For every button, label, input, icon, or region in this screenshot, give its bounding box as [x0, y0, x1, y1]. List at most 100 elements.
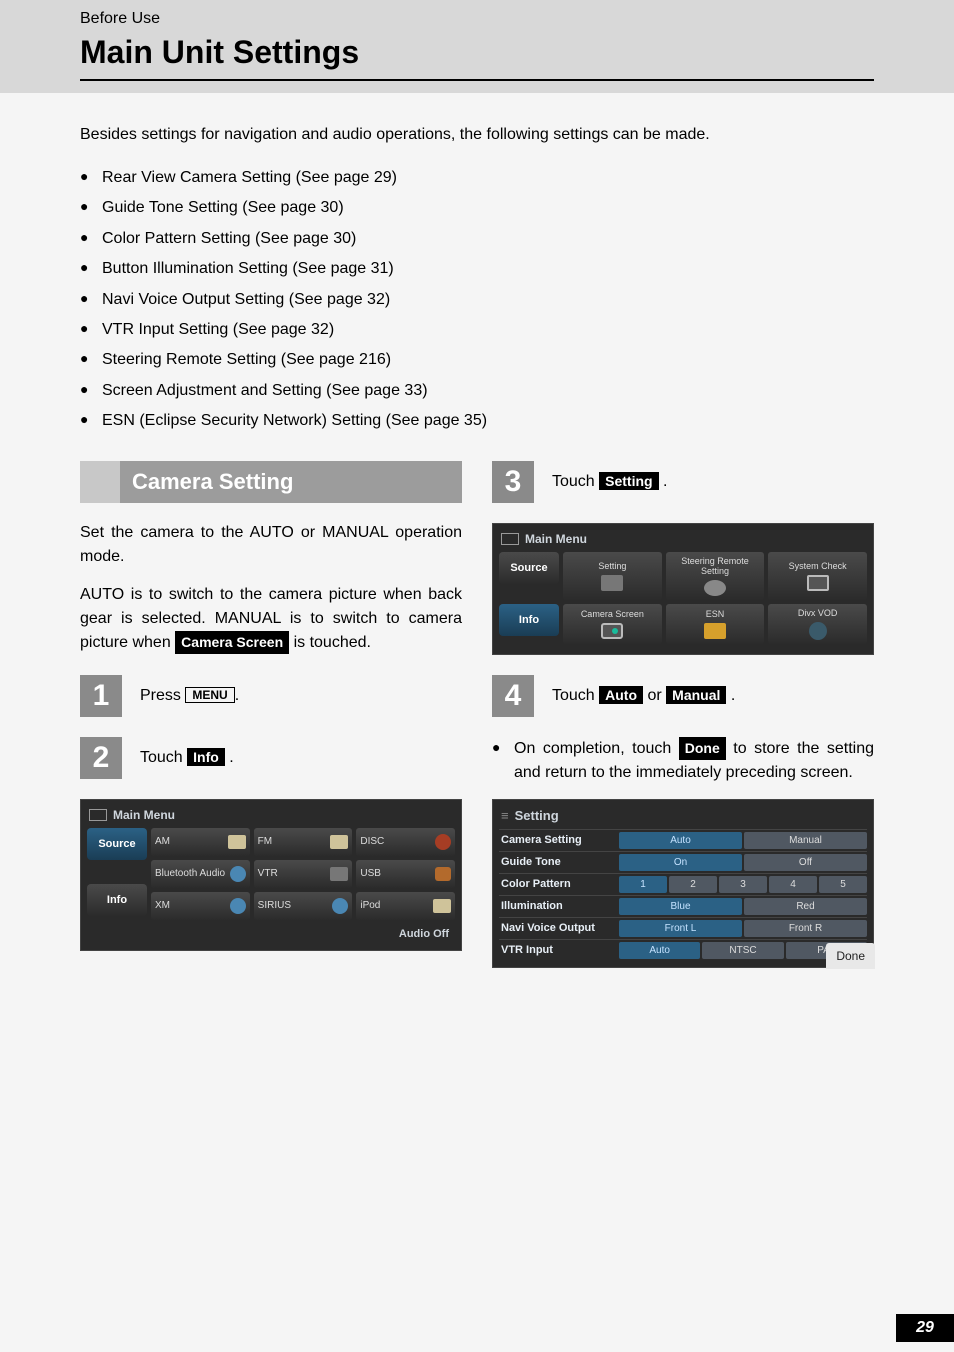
right-column: 3 Touch Setting . Main Menu Source Info … — [492, 461, 874, 968]
steering-icon — [704, 580, 726, 596]
usb-source-button[interactable]: USB — [356, 860, 455, 888]
info-tab[interactable]: Info — [87, 884, 147, 916]
setting-label: VTR Input — [499, 942, 619, 959]
radio-icon — [330, 835, 348, 849]
completion-note: On completion, touch Done to store the s… — [492, 737, 874, 785]
ipod-icon — [433, 899, 451, 913]
setting-label: Camera Setting — [499, 832, 619, 849]
list-item: Guide Tone Setting (See page 30) — [80, 193, 874, 223]
monitor-icon — [807, 575, 829, 591]
fm-source-button[interactable]: FM — [254, 828, 353, 856]
done-button[interactable]: Done — [826, 943, 875, 969]
bluetooth-icon — [230, 866, 246, 882]
setting-label: Guide Tone — [499, 854, 619, 871]
divx-vod-tile[interactable]: Divx VOD — [768, 604, 867, 644]
setting-row-illumination: Illumination Blue Red — [499, 895, 867, 917]
page-title: Main Unit Settings — [80, 34, 874, 81]
satellite-icon — [332, 898, 348, 914]
list-item: Screen Adjustment and Setting (See page … — [80, 376, 874, 406]
list-item: Button Illumination Setting (See page 31… — [80, 254, 874, 284]
steering-remote-tile[interactable]: Steering Remote Setting — [666, 552, 765, 600]
settings-panel-title: Setting — [499, 806, 867, 829]
bluetooth-source-button[interactable]: Bluetooth Audio — [151, 860, 250, 888]
disc-icon — [435, 834, 451, 850]
xm-source-button[interactable]: XM — [151, 892, 250, 920]
esn-tile[interactable]: ESN — [666, 604, 765, 644]
settings-bullet-list: Rear View Camera Setting (See page 29) G… — [80, 163, 874, 437]
option-3-button[interactable]: 3 — [719, 876, 767, 893]
disc-source-button[interactable]: DISC — [356, 828, 455, 856]
system-check-tile[interactable]: System Check — [768, 552, 867, 600]
step-text-post: . — [235, 687, 239, 704]
device-screenshot-settings-list: Setting Camera Setting Auto Manual Guide… — [492, 799, 874, 968]
step-number: 1 — [80, 675, 122, 717]
header-bar: Before Use Main Unit Settings — [0, 0, 954, 93]
step-text-mid: or — [643, 687, 666, 704]
step-text-pre: Press — [140, 687, 185, 704]
device-screenshot-info-menu: Main Menu Source Info Setting Steering R… — [492, 523, 874, 655]
option-4-button[interactable]: 4 — [769, 876, 817, 893]
setting-tile[interactable]: Setting — [563, 552, 662, 600]
option-off-button[interactable]: Off — [744, 854, 867, 871]
option-blue-button[interactable]: Blue — [619, 898, 742, 915]
option-5-button[interactable]: 5 — [819, 876, 867, 893]
setting-row-guide-tone: Guide Tone On Off — [499, 851, 867, 873]
camera-icon — [601, 623, 623, 639]
option-auto-button[interactable]: Auto — [619, 942, 700, 959]
option-auto-button[interactable]: Auto — [619, 832, 742, 849]
option-ntsc-button[interactable]: NTSC — [702, 942, 783, 959]
step-text: Touch Setting . — [552, 472, 667, 491]
page-number: 29 — [896, 1314, 954, 1342]
step-4: 4 Touch Auto or Manual . — [492, 675, 874, 717]
device-window-title: Main Menu — [499, 530, 867, 552]
device-screenshot-source-menu: Main Menu Source Info AM FM DISC Blueto — [80, 799, 462, 951]
audio-off-button[interactable]: Audio Off — [151, 924, 455, 940]
note-pre: On completion, touch — [514, 740, 679, 757]
camera-screen-label: Camera Screen — [175, 631, 289, 654]
auto-button-label: Auto — [599, 686, 643, 704]
two-column-layout: Camera Setting Set the camera to the AUT… — [80, 461, 874, 968]
step-text-post: . — [726, 687, 735, 704]
sub-heading-label: Camera Setting — [120, 461, 462, 503]
vtr-source-button[interactable]: VTR — [254, 860, 353, 888]
option-1-button[interactable]: 1 — [619, 876, 667, 893]
step-text-pre: Touch — [140, 749, 187, 766]
camera-screen-tile[interactable]: Camera Screen — [563, 604, 662, 644]
setting-row-navi-voice: Navi Voice Output Front L Front R — [499, 917, 867, 939]
step-1: 1 Press MENU. — [80, 675, 462, 717]
section-label: Before Use — [80, 10, 954, 28]
option-2-button[interactable]: 2 — [669, 876, 717, 893]
ipod-source-button[interactable]: iPod — [356, 892, 455, 920]
step-number: 4 — [492, 675, 534, 717]
option-manual-button[interactable]: Manual — [744, 832, 867, 849]
sub-heading: Camera Setting — [80, 461, 462, 503]
step-text-post: . — [659, 473, 668, 490]
para-2-b: is touched. — [289, 634, 371, 651]
list-icon — [601, 575, 623, 591]
option-on-button[interactable]: On — [619, 854, 742, 871]
setting-label: Illumination — [499, 898, 619, 915]
am-source-button[interactable]: AM — [151, 828, 250, 856]
info-tab[interactable]: Info — [499, 604, 559, 636]
lock-icon — [704, 623, 726, 639]
step-text-pre: Touch — [552, 687, 599, 704]
option-front-l-button[interactable]: Front L — [619, 920, 742, 937]
step-2: 2 Touch Info . — [80, 737, 462, 779]
list-item: Navi Voice Output Setting (See page 32) — [80, 285, 874, 315]
list-item: VTR Input Setting (See page 32) — [80, 315, 874, 345]
step-text: Touch Info . — [140, 748, 234, 767]
option-red-button[interactable]: Red — [744, 898, 867, 915]
done-button-label: Done — [679, 737, 726, 760]
menu-button-label: MENU — [185, 687, 234, 703]
para-2: AUTO is to switch to the camera picture … — [80, 583, 462, 655]
vod-icon — [809, 622, 827, 640]
source-tab[interactable]: Source — [499, 552, 559, 584]
source-tab[interactable]: Source — [87, 828, 147, 860]
sirius-source-button[interactable]: SIRIUS — [254, 892, 353, 920]
list-item: Steering Remote Setting (See page 216) — [80, 345, 874, 375]
usb-icon — [435, 867, 451, 881]
step-number: 3 — [492, 461, 534, 503]
option-front-r-button[interactable]: Front R — [744, 920, 867, 937]
satellite-icon — [230, 898, 246, 914]
info-button-label: Info — [187, 748, 225, 766]
